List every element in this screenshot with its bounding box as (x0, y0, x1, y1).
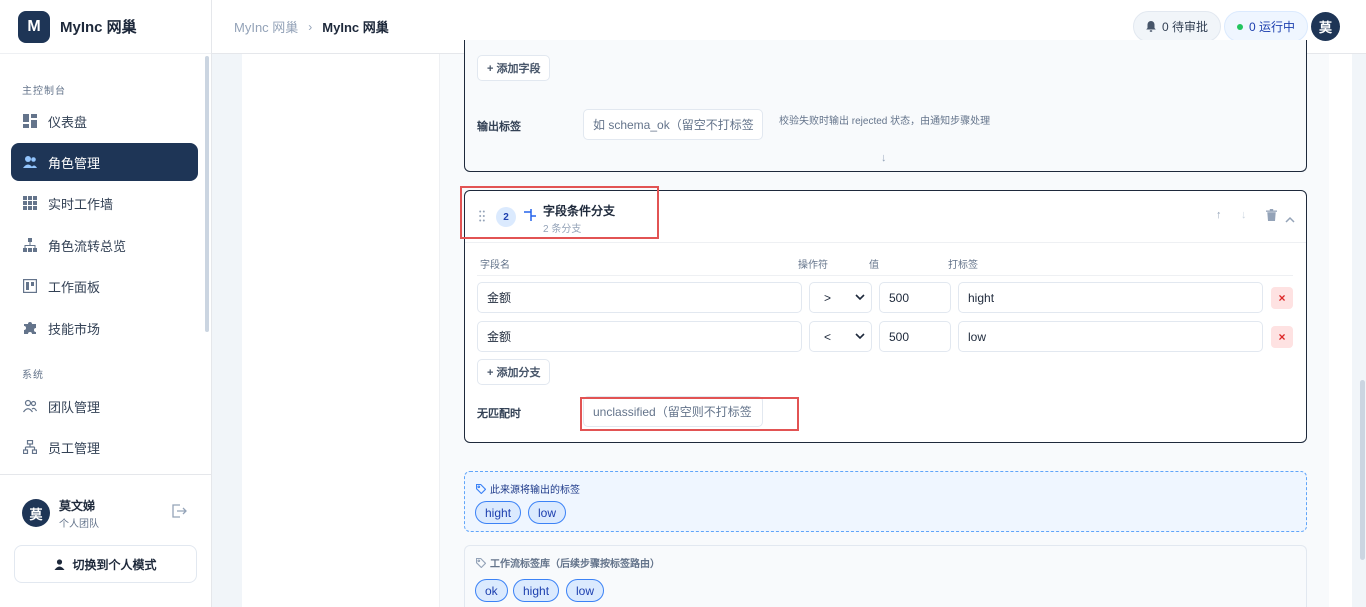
tag-chip[interactable]: hight (513, 579, 560, 602)
close-icon: × (1278, 330, 1286, 344)
sidebar-item-roles[interactable]: 角色管理 (11, 143, 198, 181)
brand-name: MyInc 网巢 (60, 19, 137, 36)
sidebar-item-role-flow[interactable]: 角色流转总览 (11, 226, 198, 264)
sidebar-item-label: 实时工作墙 (48, 196, 114, 212)
logout-icon[interactable] (171, 504, 187, 521)
branch-value-input[interactable]: 500 (879, 282, 951, 313)
sidebar-item-label: 员工管理 (48, 440, 101, 456)
move-down-icon[interactable]: ↓ (1241, 209, 1247, 221)
sidebar-item-label: 仪表盘 (48, 114, 88, 130)
tag-panel-title: 此来源将输出的标签 (476, 481, 580, 496)
workflow-tag-library-panel: 工作流标签库（后续步骤按标签路由） ok hight low (464, 545, 1307, 607)
sidebar-item-label: 角色管理 (48, 155, 101, 171)
puzzle-icon (23, 321, 37, 335)
grid-icon (23, 196, 37, 210)
team-icon (23, 399, 37, 413)
tag-chip[interactable]: low (566, 579, 605, 602)
breadcrumb-current: MyInc 网巢 (322, 20, 389, 35)
chevron-right-icon: › (308, 19, 313, 34)
sidebar-item-label: 技能市场 (48, 321, 101, 337)
operator-value: < (824, 329, 832, 344)
sidebar: M MyInc 网巢 主控制台 仪表盘 角色管理 实时工作墙 角色流转总览 工作… (0, 0, 212, 607)
bell-icon (1146, 21, 1156, 32)
tag-icon (476, 557, 486, 568)
org-icon (23, 440, 37, 454)
column-header-field: 字段名 (480, 260, 510, 271)
output-label-title: 输出标签 (477, 121, 521, 133)
no-match-label: 无匹配时 (477, 408, 521, 420)
column-header-operator: 操作符 (798, 260, 828, 271)
pending-approval-badge[interactable]: 0 待审批 (1133, 11, 1222, 42)
branch-operator-select[interactable]: > (809, 282, 872, 313)
running-badge[interactable]: 0 运行中 (1224, 11, 1309, 42)
breadcrumb-root[interactable]: MyInc 网巢 (234, 17, 298, 36)
switch-personal-mode-button[interactable]: 切换到个人模式 (14, 545, 197, 583)
tag-library-title-text: 工作流标签库（后续步骤按标签路由） (490, 559, 660, 570)
tag-chip[interactable]: low (528, 501, 567, 524)
sidebar-scrollbar[interactable] (205, 56, 209, 332)
close-icon: × (1278, 291, 1286, 305)
tag-library-title: 工作流标签库（后续步骤按标签路由） (476, 555, 660, 570)
source-output-tags-panel: 此来源将输出的标签 hight low (464, 471, 1307, 532)
branch-tag-input[interactable]: low (958, 321, 1263, 352)
trash-icon[interactable] (1266, 209, 1277, 224)
sidebar-item-dashboard[interactable]: 仪表盘 (11, 102, 198, 140)
sidebar-item-skill-market[interactable]: 技能市场 (11, 309, 198, 347)
person-icon (54, 558, 65, 570)
delete-branch-button[interactable]: × (1271, 326, 1293, 348)
brand[interactable]: M MyInc 网巢 (0, 0, 211, 54)
branch-field-input[interactable]: 金额 (477, 282, 802, 313)
tag-panel-title-text: 此来源将输出的标签 (490, 485, 580, 496)
sidebar-item-label: 工作面板 (48, 279, 101, 295)
tag-chip[interactable]: hight (475, 501, 522, 524)
sidebar-item-staff[interactable]: 员工管理 (11, 428, 198, 466)
user-avatar[interactable]: 莫 (22, 499, 50, 527)
column-header-value: 值 (869, 260, 879, 271)
tag-chip[interactable]: ok (475, 579, 508, 602)
column-header-tag: 打标签 (948, 260, 978, 271)
operator-value: > (824, 290, 832, 305)
switch-personal-mode-label: 切换到个人模式 (72, 557, 157, 572)
sidebar-item-label: 角色流转总览 (48, 238, 127, 254)
add-field-button[interactable]: + 添加字段 (477, 55, 551, 81)
arrow-down-icon: ↓ (881, 152, 887, 164)
section-title-main: 主控制台 (22, 86, 66, 97)
page-scrollbar-thumb[interactable] (1360, 380, 1365, 560)
section-title-system: 系统 (22, 370, 44, 381)
branch-operator-select[interactable]: < (809, 321, 872, 352)
user-team: 个人团队 (59, 519, 99, 530)
pending-approval-text: 0 待审批 (1162, 20, 1209, 34)
dashboard-icon (23, 114, 37, 128)
sidebar-item-live-wall[interactable]: 实时工作墙 (11, 184, 198, 222)
header-avatar[interactable]: 莫 (1311, 12, 1340, 41)
tag-icon (476, 483, 486, 494)
output-label-hint: 校验失败时输出 rejected 状态，由通知步骤处理 (779, 116, 991, 127)
hierarchy-icon (23, 238, 37, 252)
chevron-up-icon[interactable] (1285, 211, 1295, 226)
branch-tag-input[interactable]: hight (958, 282, 1263, 313)
brand-logo: M (18, 10, 50, 43)
branch-value-input[interactable]: 500 (879, 321, 951, 352)
status-dot-icon (1237, 23, 1243, 30)
output-label-input[interactable]: 如 schema_ok（留空不打标签 (583, 109, 763, 140)
panel-icon (23, 279, 37, 293)
highlight-step-header (460, 186, 659, 239)
branch-field-input[interactable]: 金额 (477, 321, 802, 352)
sidebar-item-team[interactable]: 团队管理 (11, 387, 198, 425)
user-name: 莫文娣 (59, 499, 96, 513)
delete-branch-button[interactable]: × (1271, 287, 1293, 309)
sidebar-item-work-panel[interactable]: 工作面板 (11, 267, 198, 305)
sidebar-footer: 莫 莫文娣 个人团队 切换到个人模式 (0, 474, 211, 607)
step-card-schema-validate: + 添加字段 输出标签 如 schema_ok（留空不打标签 校验失败时输出 r… (464, 40, 1307, 172)
users-icon (23, 155, 37, 169)
chevron-down-icon (855, 333, 865, 340)
header-divider (477, 275, 1293, 276)
add-branch-button[interactable]: + 添加分支 (477, 359, 551, 385)
sidebar-item-label: 团队管理 (48, 399, 101, 415)
running-text: 0 运行中 (1249, 20, 1296, 34)
move-up-icon[interactable]: ↑ (1216, 209, 1222, 221)
chevron-down-icon (855, 294, 865, 301)
highlight-no-match-input (580, 397, 799, 431)
